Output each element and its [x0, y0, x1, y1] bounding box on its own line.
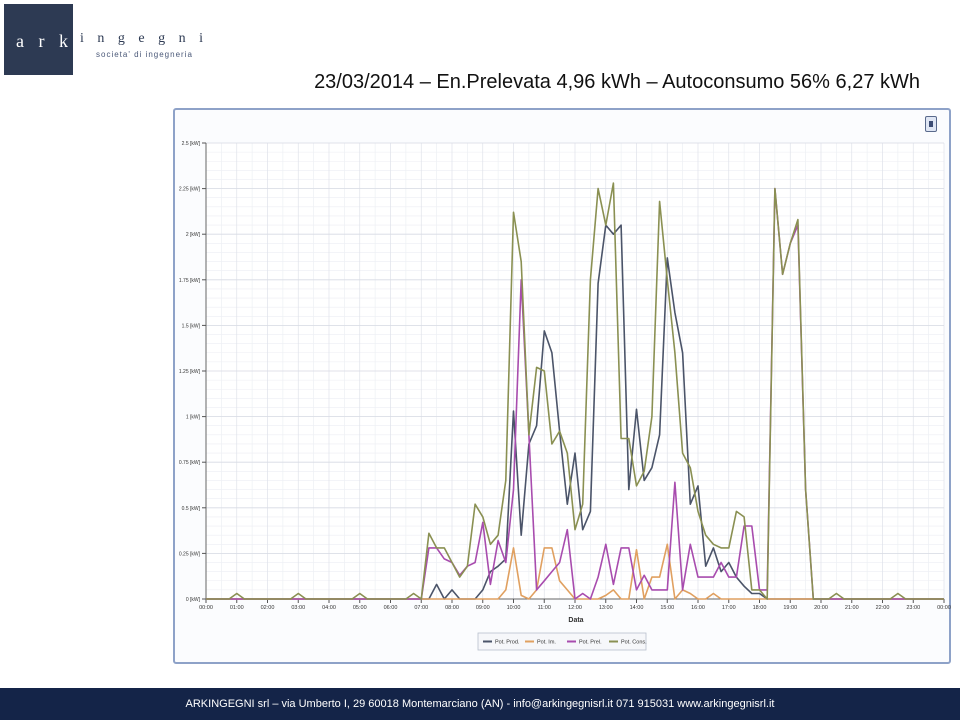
- footer-bar: ARKINGEGNI srl – via Umberto I, 29 60018…: [0, 688, 960, 720]
- expand-chart-icon[interactable]: [925, 116, 937, 132]
- y-tick-label: 1.25 [kW]: [179, 369, 201, 375]
- x-tick-label: 22:00: [876, 605, 890, 611]
- x-tick-label: 13:00: [599, 605, 613, 611]
- x-tick-label: 03:00: [291, 605, 305, 611]
- x-tick-label: 14:00: [630, 605, 644, 611]
- x-tick-label: 07:00: [414, 605, 428, 611]
- x-tick-label: 20:00: [814, 605, 828, 611]
- x-tick-label: 23:00: [906, 605, 920, 611]
- y-tick-label: 0.25 [kW]: [179, 551, 201, 557]
- x-tick-label: 18:00: [753, 605, 767, 611]
- x-tick-label: 01:00: [230, 605, 244, 611]
- y-tick-label: 0 [kW]: [186, 597, 201, 603]
- chart-grid: [205, 142, 945, 600]
- x-axis-label: Data: [568, 617, 583, 624]
- y-tick-label: 0.5 [kW]: [182, 506, 201, 512]
- x-tick-label: 12:00: [568, 605, 582, 611]
- x-tick-label: 00:00: [199, 605, 213, 611]
- x-tick-label: 15:00: [660, 605, 674, 611]
- legend-item[interactable]: Pot. Prod.: [495, 640, 520, 646]
- x-tick-label: 16:00: [691, 605, 705, 611]
- power-chart: 0 [kW] 0.25 [kW] 0.5 [kW] 0.75 [kW] 1 [kW] 1.…: [179, 141, 951, 651]
- y-tick-label: 0.75 [kW]: [179, 460, 201, 466]
- chart-legend: Pot. Prod. Pot. Im. Pot. Prel. Pot. Cons.: [477, 632, 647, 651]
- x-tick-label: 04:00: [322, 605, 336, 611]
- x-tick-label: 11:00: [538, 605, 551, 611]
- x-tick-label: 17:00: [722, 605, 736, 611]
- x-tick-label: 02:00: [261, 605, 275, 611]
- y-tick-label: 1.5 [kW]: [182, 323, 201, 329]
- x-tick-label: 00:00: [937, 605, 951, 611]
- x-tick-label: 08:00: [445, 605, 459, 611]
- x-tick-label: 21:00: [845, 605, 859, 611]
- y-tick-label: 2.5 [kW]: [182, 141, 201, 147]
- x-tick-label: 09:00: [476, 605, 490, 611]
- y-tick-label: 1 [kW]: [186, 415, 201, 421]
- y-tick-label: 2 [kW]: [186, 232, 201, 238]
- legend-item[interactable]: Pot. Im.: [537, 640, 556, 646]
- y-tick-label: 1.75 [kW]: [179, 278, 201, 284]
- legend-item[interactable]: Pot. Cons.: [621, 640, 647, 646]
- x-tick-label: 10:00: [507, 605, 521, 611]
- y-tick-label: 2.25 [kW]: [179, 187, 201, 193]
- legend-item[interactable]: Pot. Prel.: [579, 640, 602, 646]
- footer-text: ARKINGEGNI srl – via Umberto I, 29 60018…: [185, 698, 775, 710]
- x-tick-label: 06:00: [384, 605, 398, 611]
- x-tick-label: 05:00: [353, 605, 367, 611]
- x-tick-label: 19:00: [783, 605, 797, 611]
